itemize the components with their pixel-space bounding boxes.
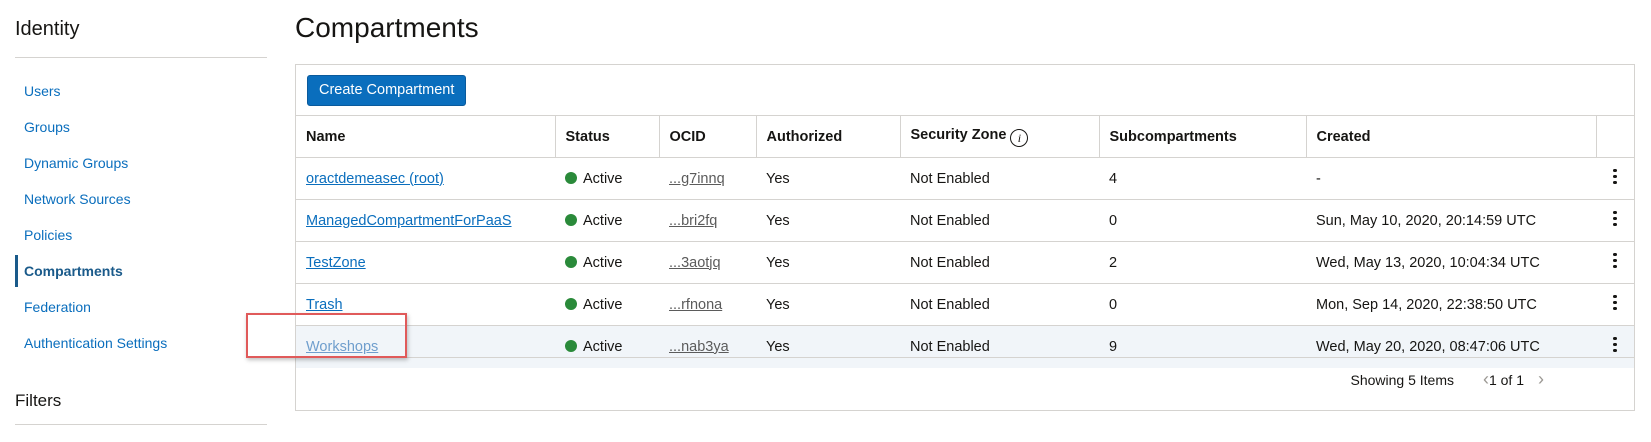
kebab-menu-icon[interactable] (1606, 335, 1624, 355)
compartments-panel: Create Compartment Name Status OCID Auth… (295, 64, 1635, 411)
authorized-cell: Yes (756, 199, 900, 242)
sidebar-divider (15, 57, 267, 58)
security-zone-cell: Not Enabled (900, 157, 1099, 200)
column-header-subcompartments: Subcompartments (1098, 115, 1306, 158)
showing-count: Showing 5 Items (1350, 372, 1455, 388)
create-compartment-button[interactable]: Create Compartment (307, 75, 467, 106)
created-cell: Wed, May 13, 2020, 10:04:34 UTC (1306, 241, 1596, 284)
column-header-security-zone-label: Security Zone (910, 126, 1007, 143)
compartment-name-link[interactable]: oractdemeasec (root) (306, 171, 444, 187)
column-header-ocid: OCID (658, 115, 756, 158)
compartment-name-link[interactable]: TestZone (306, 255, 366, 271)
column-header-security-zone: Security Zone i (899, 115, 1099, 158)
sidebar-item-policies[interactable]: Policies (15, 217, 267, 253)
table-header-row: Name Status OCID Authorized Security Zon… (296, 115, 1634, 158)
ocid-link[interactable]: ...rfnona (669, 297, 722, 313)
kebab-menu-icon[interactable] (1606, 209, 1624, 229)
pager-text: 1 of 1 (1488, 372, 1524, 388)
table-row: ManagedCompartmentForPaaS Active ...bri2… (296, 199, 1634, 242)
sidebar-item-authentication-settings[interactable]: Authentication Settings (15, 325, 267, 361)
column-header-authorized: Authorized (755, 115, 900, 158)
table-footer: Showing 5 Items ‹ 1 of 1 › (296, 357, 1634, 399)
status-dot-icon (565, 171, 577, 184)
status-dot-icon (565, 297, 577, 310)
table-row: oractdemeasec (root) Active ...g7innq Ye… (296, 157, 1634, 200)
ocid-link[interactable]: ...g7innq (669, 171, 725, 187)
filters-divider (15, 424, 267, 425)
compartment-name-link[interactable]: Trash (306, 297, 343, 313)
authorized-cell: Yes (756, 241, 900, 284)
status-text: Active (583, 338, 623, 355)
kebab-menu-icon[interactable] (1606, 167, 1624, 187)
security-zone-cell: Not Enabled (900, 283, 1099, 326)
sidebar-nav: Users Groups Dynamic Groups Network Sour… (15, 73, 267, 361)
compartments-table: Name Status OCID Authorized Security Zon… (296, 115, 1634, 368)
column-header-actions (1595, 115, 1634, 158)
sidebar-item-dynamic-groups[interactable]: Dynamic Groups (15, 145, 267, 181)
subcompartments-cell: 2 (1099, 241, 1306, 284)
ocid-link[interactable]: ...bri2fq (669, 213, 717, 229)
sidebar-item-users[interactable]: Users (15, 73, 267, 109)
table-row: TestZone Active ...3aotjq Yes Not Enable… (296, 241, 1634, 284)
sidebar-item-compartments[interactable]: Compartments (15, 253, 267, 289)
authorized-cell: Yes (756, 283, 900, 326)
compartment-name-link[interactable]: ManagedCompartmentForPaaS (306, 213, 512, 229)
page-title: Compartments (295, 12, 479, 43)
subcompartments-cell: 0 (1099, 199, 1306, 242)
table-row: Trash Active ...rfnona Yes Not Enabled 0… (296, 283, 1634, 326)
sidebar-item-federation[interactable]: Federation (15, 289, 267, 325)
security-zone-cell: Not Enabled (900, 241, 1099, 284)
column-header-created[interactable]: Created (1305, 115, 1596, 158)
column-header-status: Status (554, 115, 659, 158)
status-text: Active (583, 170, 623, 187)
sidebar-title: Identity (15, 18, 80, 40)
status-dot-icon (565, 255, 577, 268)
status-dot-icon (565, 213, 577, 226)
kebab-menu-icon[interactable] (1606, 251, 1624, 271)
created-cell: Mon, Sep 14, 2020, 22:38:50 UTC (1306, 283, 1596, 326)
created-cell: Sun, May 10, 2020, 20:14:59 UTC (1306, 199, 1596, 242)
filters-heading: Filters (15, 391, 62, 410)
subcompartments-cell: 4 (1099, 157, 1306, 200)
security-zone-cell: Not Enabled (900, 199, 1099, 242)
sidebar: Identity Users Groups Dynamic Groups Net… (0, 0, 270, 442)
sidebar-item-groups[interactable]: Groups (15, 109, 267, 145)
status-dot-icon (565, 339, 577, 352)
sidebar-item-network-sources[interactable]: Network Sources (15, 181, 267, 217)
chevron-right-icon[interactable]: › (1538, 369, 1544, 390)
status-text: Active (583, 254, 623, 271)
ocid-link[interactable]: ...3aotjq (669, 255, 721, 271)
ocid-link[interactable]: ...nab3ya (669, 339, 729, 355)
info-icon[interactable]: i (1010, 128, 1029, 147)
column-header-name[interactable]: Name (296, 115, 555, 158)
created-cell: - (1306, 157, 1596, 200)
status-text: Active (583, 296, 623, 313)
kebab-menu-icon[interactable] (1606, 293, 1624, 313)
compartment-name-link[interactable]: Workshops (306, 339, 378, 355)
subcompartments-cell: 0 (1099, 283, 1306, 326)
authorized-cell: Yes (756, 157, 900, 200)
status-text: Active (583, 212, 623, 229)
